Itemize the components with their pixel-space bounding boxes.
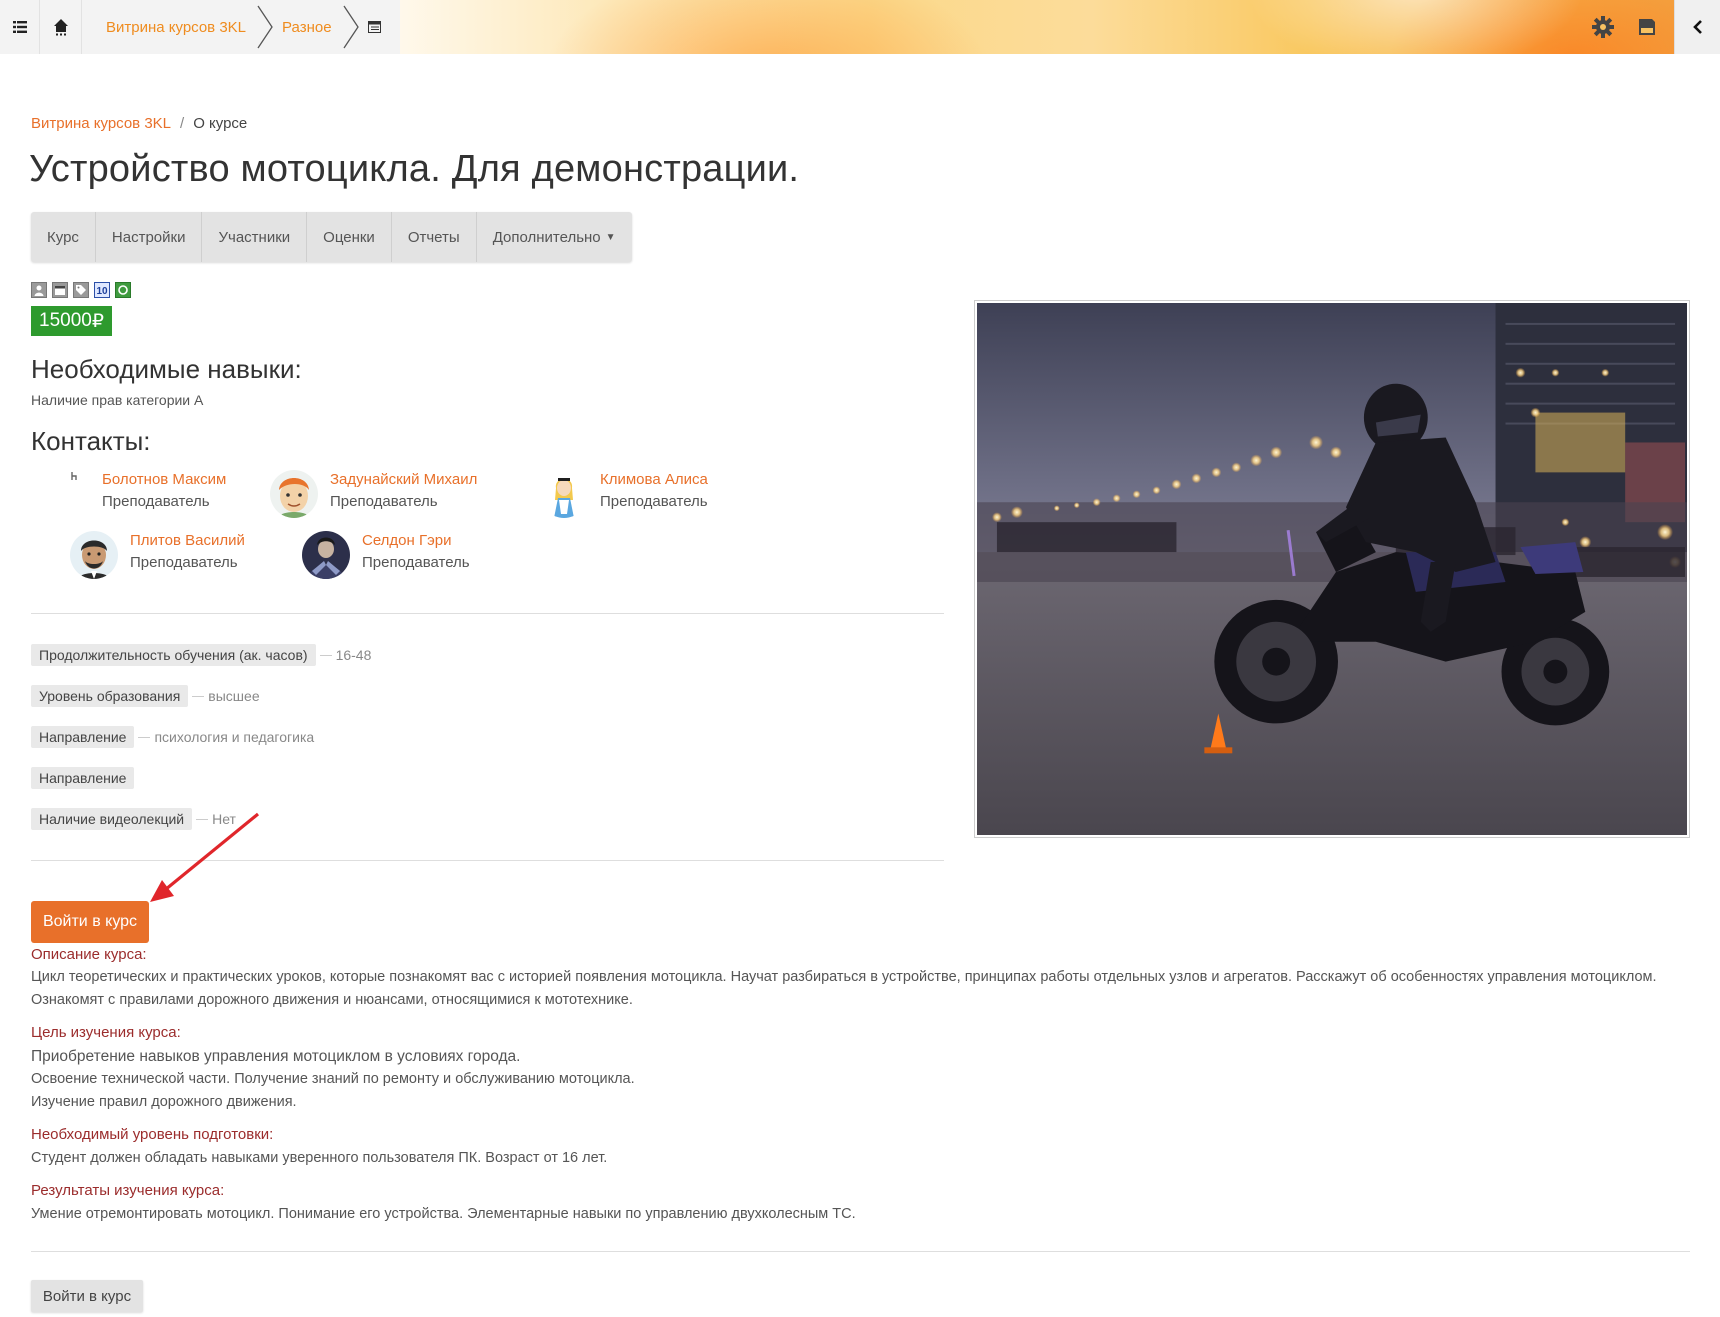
field-value: 16-48 (335, 647, 372, 663)
tab-more-label: Дополнительно (492, 228, 601, 246)
field-label: Направление (31, 767, 135, 789)
goal-heading: Цель изучения курса: (31, 1024, 181, 1041)
save-icon[interactable] (1638, 18, 1656, 36)
contact-name-link[interactable]: Климова Алиса (600, 470, 708, 490)
crumb-chevron-icon (257, 5, 273, 49)
menu-list-icon (12, 21, 27, 33)
contact-card: Климова Алиса Преподаватель (540, 470, 708, 518)
about-heading: Описание курса: (31, 946, 147, 963)
tab-participants[interactable]: Участники (202, 212, 308, 262)
currency-sign: ₽ (91, 310, 104, 332)
course-field: Направление (31, 767, 135, 789)
top-navbar: Витрина курсов 3KL Разное (0, 0, 1720, 54)
field-label: Продолжительность обучения (ак. часов) (31, 644, 316, 666)
field-label: Направление (31, 726, 135, 748)
contact-card: Селдон Гэри Преподаватель (302, 531, 470, 579)
course-field: Направление психология и педагогика (31, 726, 314, 748)
completion-icon (115, 282, 131, 298)
avatar[interactable] (70, 531, 118, 579)
tab-course[interactable]: Курс (31, 212, 96, 262)
contact-name-link[interactable]: Задунайский Михаил (330, 470, 477, 490)
course-nav-tabs: Курс Настройки Участники Оценки Отчеты Д… (31, 212, 632, 262)
page-title: Устройство мотоцикла. Для демонстрации. (29, 148, 800, 190)
about-text: Цикл теоретических и практических уроков… (31, 969, 1657, 1008)
field-value: психология и педагогика (154, 729, 315, 745)
contact-card: Задунайский Михаил Преподаватель (270, 470, 477, 518)
menu-toggle-button[interactable] (0, 0, 40, 54)
course-image (974, 300, 1690, 838)
contact-card: Плитов Василий Преподаватель (70, 531, 245, 579)
tab-more[interactable]: Дополнительно ▼ (477, 212, 632, 262)
field-label: Уровень образования (31, 685, 189, 707)
contact-name-link[interactable]: Плитов Василий (130, 531, 245, 551)
motorcycle-photo (977, 303, 1687, 835)
ten-badge-icon: 10 (94, 282, 110, 298)
goal-line: Освоение технической части. Получение зн… (31, 1071, 635, 1087)
person-icon (31, 282, 47, 298)
gear-icon[interactable] (1592, 16, 1614, 38)
tag-icon (73, 282, 89, 298)
svg-text:10: 10 (96, 286, 108, 296)
tab-reports[interactable]: Отчеты (392, 212, 477, 262)
breadcrumb-current: О курсе (193, 115, 248, 132)
course-meta-icons: 10 (31, 282, 131, 298)
field-connector (192, 695, 205, 697)
skills-heading: Необходимые навыки: (31, 354, 302, 384)
course-field: Продолжительность обучения (ак. часов) 16… (31, 644, 371, 666)
header-tools (1592, 0, 1674, 54)
contacts-heading: Контакты: (31, 426, 151, 456)
avatar[interactable] (302, 531, 350, 579)
contact-role: Преподаватель (600, 493, 708, 510)
field-connector (138, 736, 151, 738)
level-heading: Необходимый уровень подготовки: (31, 1126, 274, 1143)
contact-name-link[interactable]: Селдон Гэри (362, 531, 470, 551)
breadcrumb-separator: / (180, 115, 185, 132)
top-crumb-showcase[interactable]: Витрина курсов 3KL (106, 19, 246, 36)
field-connector (319, 654, 332, 656)
divider (31, 613, 944, 614)
goal-line: Приобретение навыков управления мотоцикл… (31, 1048, 521, 1065)
results-heading: Результаты изучения курса: (31, 1182, 225, 1199)
tab-grades[interactable]: Оценки (307, 212, 392, 262)
field-value: высшее (208, 688, 260, 704)
page-breadcrumb: Витрина курсов 3KL / О курсе (31, 115, 247, 132)
contact-role: Преподаватель (102, 493, 210, 510)
course-field: Уровень образования высшее (31, 685, 260, 707)
home-icon (53, 19, 68, 36)
enter-course-button-bottom[interactable]: Войти в курс (31, 1280, 143, 1312)
collapse-panel-button[interactable] (1674, 0, 1720, 54)
crumb-chevron-icon (343, 5, 359, 49)
contact-role: Преподаватель (330, 493, 438, 510)
price-amount: 15000 (39, 310, 92, 331)
contact-card: Болотнов Максим Преподаватель (70, 470, 226, 514)
chevron-left-icon (1692, 20, 1702, 34)
level-text: Студент должен обладать навыками уверенн… (31, 1150, 608, 1166)
header-decoration (380, 0, 1674, 54)
divider (31, 1251, 1690, 1252)
top-breadcrumb: Витрина курсов 3KL Разное (82, 0, 400, 54)
price-badge: 15000 ₽ (31, 306, 112, 336)
contact-role: Преподаватель (362, 554, 470, 571)
avatar[interactable] (540, 470, 588, 518)
results-text: Умение отремонтировать мотоцикл. Пониман… (31, 1206, 856, 1222)
breadcrumb-showcase-link[interactable]: Витрина курсов 3KL (31, 115, 171, 132)
contact-role: Преподаватель (130, 554, 238, 571)
avatar[interactable] (270, 470, 318, 518)
chevron-down-icon: ▼ (605, 231, 616, 243)
contact-name-link[interactable]: Болотнов Максим (102, 470, 226, 490)
top-crumb-misc[interactable]: Разное (282, 19, 332, 36)
home-button[interactable] (40, 0, 82, 54)
course-page-icon[interactable] (367, 21, 381, 33)
annotation-arrow-icon (150, 812, 260, 902)
tab-settings[interactable]: Настройки (96, 212, 203, 262)
goal-line: Изучение правил дорожного движения. (31, 1094, 297, 1110)
enter-course-button[interactable]: Войти в курс (31, 901, 149, 943)
skills-text: Наличие прав категории А (31, 392, 204, 408)
calendar-icon (52, 282, 68, 298)
avatar (70, 470, 90, 490)
